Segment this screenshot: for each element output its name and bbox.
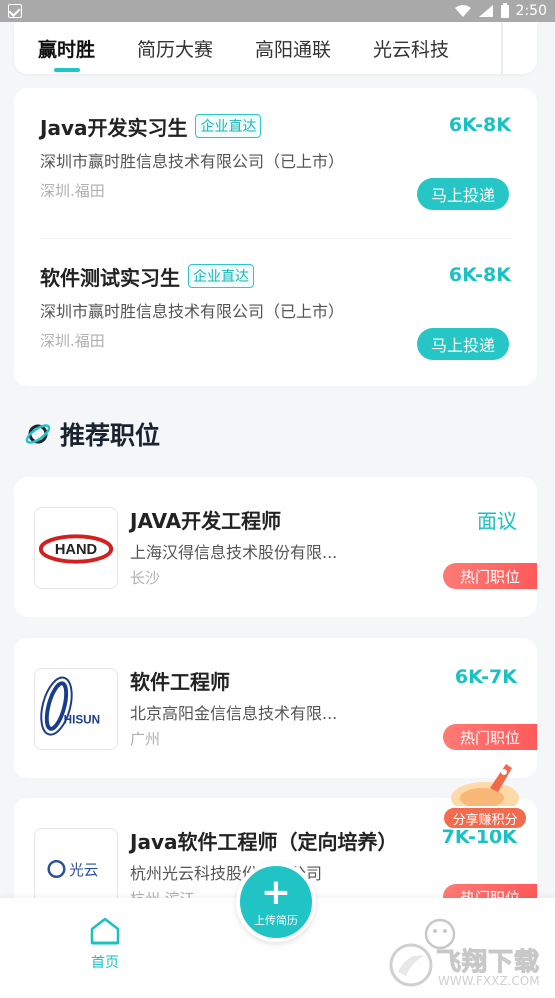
share-earn-points[interactable]: 分享赚积分 <box>442 758 528 834</box>
signal-icon <box>478 5 493 17</box>
nav-home[interactable]: 首页 <box>80 916 130 972</box>
job-salary: 6K-8K <box>448 114 511 136</box>
job-title: JAVA开发工程师 <box>130 509 282 533</box>
job-salary: 6K-8K <box>448 264 511 286</box>
recommended-job-card[interactable]: HAND JAVA开发工程师 面议 上海汉得信息技术股份有限... 长沙 热门职… <box>14 477 537 617</box>
section-title: 推荐职位 <box>60 421 161 450</box>
planet-icon <box>25 424 51 444</box>
tab-guangyun[interactable]: 光云科技 <box>373 35 449 62</box>
job-company: 深圳市赢时胜信息技术有限公司（已上市） <box>40 302 345 321</box>
tab-yingshisheng[interactable]: 赢时胜 <box>38 35 95 72</box>
watermark-text: 飞翔下载 <box>435 947 541 977</box>
company-tabs: 赢时胜 简历大赛 高阳通联 光云科技 <box>14 22 537 74</box>
svg-text:光云: 光云 <box>69 862 98 879</box>
company-logo: HISUN <box>34 668 118 750</box>
job-location: 长沙 <box>130 569 161 587</box>
company-logo: HAND <box>34 507 118 589</box>
direct-tag: 企业直达 <box>188 264 254 288</box>
recommended-header: 推荐职位 <box>24 416 160 452</box>
tab-resume-contest[interactable]: 简历大赛 <box>137 35 213 62</box>
share-label: 分享赚积分 <box>442 806 528 830</box>
job-title: Java软件工程师（定向培养） <box>130 830 398 854</box>
tabs-scroll-edge <box>501 22 503 74</box>
upload-resume-label: 上传简历 <box>254 914 298 927</box>
svg-text:HISUN: HISUN <box>64 714 100 727</box>
watermark: 飞翔下载 WWW.FXXZ.COM <box>388 940 550 996</box>
tab-gaoyang[interactable]: 高阳通联 <box>255 35 331 62</box>
watermark-url: WWW.FXXZ.COM <box>438 974 540 988</box>
battery-icon <box>500 3 509 18</box>
hot-job-badge: 热门职位 <box>443 563 537 589</box>
apply-button[interactable]: 马上投递 <box>417 328 509 360</box>
job-title: Java开发实习生 <box>40 115 188 140</box>
job-company: 北京高阳金信信息技术有限... <box>130 704 338 723</box>
job-item[interactable]: 软件测试实习生 企业直达 6K-8K 深圳市赢时胜信息技术有限公司（已上市） 深… <box>40 238 511 400</box>
job-item[interactable]: Java开发实习生 企业直达 6K-8K 深圳市赢时胜信息技术有限公司（已上市）… <box>40 110 511 250</box>
company-jobs-card: Java开发实习生 企业直达 6K-8K 深圳市赢时胜信息技术有限公司（已上市）… <box>14 88 537 386</box>
job-company: 深圳市赢时胜信息技术有限公司（已上市） <box>40 152 345 171</box>
svg-text:HAND: HAND <box>55 542 97 558</box>
job-salary: 面议 <box>477 509 517 533</box>
apply-button[interactable]: 马上投递 <box>417 178 509 210</box>
home-icon <box>90 917 120 945</box>
wifi-icon <box>454 5 471 17</box>
download-check-icon <box>8 4 22 18</box>
upload-resume-button[interactable]: + 上传简历 <box>236 862 316 942</box>
plus-icon: + <box>260 872 292 913</box>
job-title: 软件工程师 <box>130 670 230 694</box>
job-location: 广州 <box>130 730 161 748</box>
job-salary: 6K-7K <box>454 666 517 688</box>
nav-home-label: 首页 <box>91 955 119 971</box>
recommended-job-card[interactable]: HISUN 软件工程师 6K-7K 北京高阳金信信息技术有限... 广州 热门职… <box>14 638 537 778</box>
watermark-logo-icon <box>389 943 433 987</box>
job-company: 上海汉得信息技术股份有限... <box>130 543 338 562</box>
status-indicators: 2:50 <box>454 3 547 19</box>
status-bar: 2:50 <box>0 0 555 22</box>
hot-job-badge: 热门职位 <box>443 724 537 750</box>
status-time: 2:50 <box>515 3 547 19</box>
divider <box>40 238 511 239</box>
job-title: 软件测试实习生 <box>40 265 180 290</box>
direct-tag: 企业直达 <box>195 114 262 138</box>
